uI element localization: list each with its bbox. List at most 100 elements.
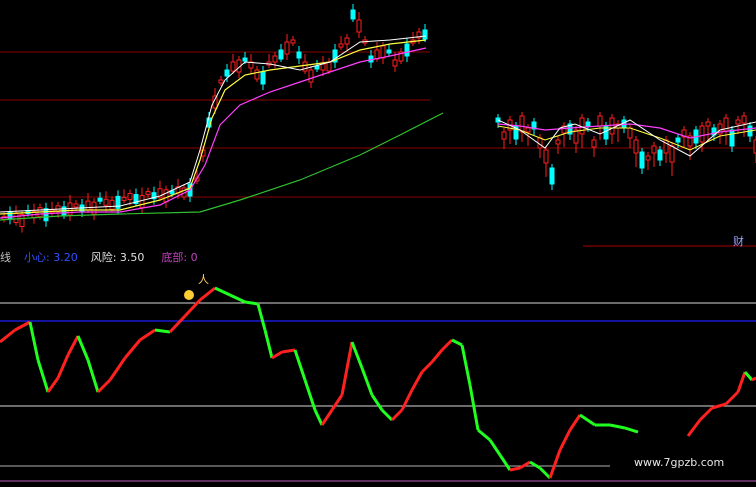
oscillator-segment [139,328,156,342]
candle-body [609,117,615,135]
oscillator-segment [320,409,334,426]
candle-body [675,137,681,143]
oscillator-segment [548,449,562,479]
candle-body [302,61,308,72]
candle-body [163,189,169,203]
legend-item-label: 线 [0,251,11,264]
ma-mid-line-right [497,125,756,151]
oscillator-segment [390,408,404,422]
candle-body [97,197,103,202]
oscillator-segment [370,394,384,411]
oscillator-segment [440,338,454,352]
candle-body [127,192,133,200]
candle-body [519,115,525,133]
candle-body [290,39,296,44]
candle-body [573,129,579,144]
oscillator-segment [743,371,754,381]
finance-tab-label[interactable]: 财 [733,233,744,249]
oscillator-segment [519,460,531,470]
candle-body [254,69,260,80]
candle-body [549,167,555,185]
candle-body [741,115,747,124]
oscillator-segment [558,429,572,451]
candle-body [121,196,127,201]
oscillator-segment [410,371,424,391]
candle-body [705,121,711,127]
peak-glyph-icon: 人 [198,273,209,286]
candle-body [344,37,350,45]
oscillator-segment [330,394,344,411]
candle-body [145,191,151,196]
candle-body [139,195,145,209]
oscillator-segment [488,439,502,456]
ma-long-line [0,112,444,221]
smiley-marker-icon [184,290,194,300]
oscillator-segment [199,286,216,302]
candle-body [374,49,380,60]
candle-body [320,63,326,71]
oscillator-segment [624,426,639,434]
legend-caution-label: 小心 [24,251,46,264]
oscillator-segment [698,406,714,422]
oscillator-segment [420,360,434,374]
candle-body [224,69,230,77]
oscillator-segment [686,419,702,437]
candle-body [103,198,109,206]
candle-body [380,45,386,59]
oscillator-segment [529,460,541,470]
candle-body [639,151,645,169]
oscillator-segment [76,335,90,361]
oscillator-segment [28,321,40,361]
oscillator-segment [460,344,472,386]
oscillator-segment [468,384,480,431]
legend-risk-value: 3.50 [119,251,145,264]
candle-body [645,155,651,161]
stock-chart-canvas[interactable]: 人 [0,0,756,487]
indicator-legend: 线 小心: 3.20 风险: 3.50 底部: 0 [0,251,198,264]
oscillator-segment [380,408,394,422]
candle-body [392,59,398,67]
oscillator-segment [736,371,747,393]
candle-body [404,43,410,57]
oscillator-segment [263,329,274,359]
candle-body [386,49,392,54]
candlestick-series [1,4,428,233]
candle-body [543,149,549,164]
oscillator-segment [711,402,727,410]
candle-body [284,41,290,55]
candle-body [633,139,639,154]
candle-body [43,208,49,222]
candle-body [525,127,531,133]
oscillator-segment [86,359,100,393]
oscillator-series [0,286,756,480]
candle-body [627,127,633,139]
ma-slow-line-right [497,123,756,139]
candle-body [314,65,320,70]
oscillator-segment [123,339,142,359]
candle-body [296,51,302,59]
candle-body [242,57,248,62]
candle-body [278,49,284,60]
candle-body [272,55,278,63]
oscillator-segment [509,466,521,472]
oscillator-segment [168,314,187,334]
ma-mid-line [0,39,427,215]
oscillator-segment [56,354,70,379]
oscillator-segment [313,409,324,426]
oscillator-segment [244,300,259,306]
oscillator-segment [360,367,374,396]
oscillator-segment [229,293,246,304]
candle-body [230,61,236,72]
oscillator-segment [350,341,364,369]
candle-body [555,139,561,145]
legend-risk-label: 风险 [90,251,113,264]
candle-body [350,9,356,20]
oscillator-segment [538,466,552,480]
oscillator-segment [430,349,444,363]
ma-fast-line [0,35,427,213]
candle-body [356,19,362,33]
oscillator-segment [579,413,596,427]
oscillator-segment [36,359,50,393]
oscillator-segment [340,341,354,396]
oscillator-segment [271,350,283,360]
